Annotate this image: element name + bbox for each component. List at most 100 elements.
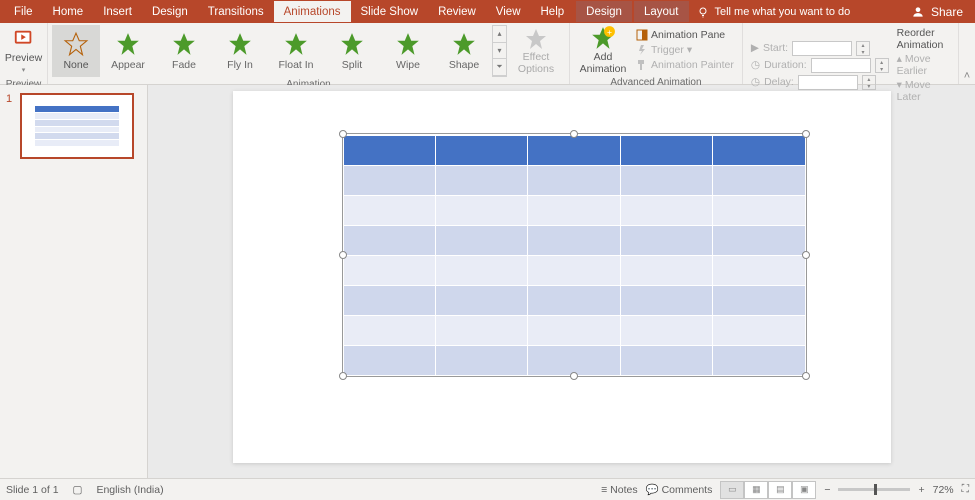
handle-ne[interactable] [802,130,810,138]
tab-animations[interactable]: Animations [274,1,351,22]
slide-count: Slide 1 of 1 [6,484,59,496]
handle-nw[interactable] [339,130,347,138]
painter-icon [636,59,648,71]
move-earlier: ▴ Move Earlier [897,53,950,77]
effect-flyin[interactable]: Fly In [212,31,268,71]
gallery-down-icon[interactable]: ▾ [493,43,506,60]
tab-transitions[interactable]: Transitions [198,1,274,22]
selection-frame[interactable] [342,133,807,377]
preview-label: Preview [5,52,42,64]
star-icon [227,31,253,57]
ribbon: Preview ▾ Preview None Appear Fade Fly I… [0,23,975,85]
tell-me[interactable]: Tell me what you want to do [697,6,851,18]
handle-se[interactable] [802,372,810,380]
notes-button[interactable]: ≡ Notes [601,484,637,496]
tab-home[interactable]: Home [43,1,94,22]
trigger: Trigger ▾ [636,44,734,56]
gallery-up-icon[interactable]: ▴ [493,26,506,43]
comments-button[interactable]: 💬 Comments [646,483,713,496]
view-slideshow[interactable]: ▣ [792,481,816,499]
fit-window[interactable]: ⛶ [962,483,969,496]
handle-sw[interactable] [339,372,347,380]
animation-painter: Animation Painter [636,59,734,71]
slide-thumbnail[interactable] [20,93,134,159]
person-icon [911,5,925,19]
delay-row: ◷ Delay: ▴▾ [751,75,889,90]
svg-text:+: + [607,27,612,37]
preview-button[interactable]: Preview ▾ [4,25,43,77]
tab-ctx-layout[interactable]: Layout [634,1,689,22]
reorder-label: Reorder Animation [897,27,950,51]
handle-e[interactable] [802,251,810,259]
effect-floatin[interactable]: Float In [268,31,324,71]
view-reading[interactable]: ▤ [768,481,792,499]
none-icon [63,31,89,57]
move-later: ▾ Move Later [897,79,950,103]
title-bar: File Home Insert Design Transitions Anim… [0,0,975,23]
collapse-ribbon[interactable]: ˄ [959,23,975,84]
slide [233,91,891,463]
pane-icon [636,29,648,41]
work-area: 1 [0,85,975,478]
delay-input[interactable] [798,75,858,90]
star-icon [451,31,477,57]
tab-insert[interactable]: Insert [93,1,142,22]
share[interactable]: Share [911,5,963,19]
star-icon [171,31,197,57]
duration-spin[interactable]: ▴▾ [875,58,889,73]
effect-fade[interactable]: Fade [156,31,212,71]
tab-review[interactable]: Review [428,1,486,22]
spell-icon[interactable]: ▢ [73,484,83,496]
handle-n[interactable] [570,130,578,138]
star-icon [283,31,309,57]
slide-panel: 1 [0,85,148,478]
gallery-scroll[interactable]: ▴ ▾ ⏷ [492,25,507,77]
zoom-level[interactable]: 72% [933,484,954,496]
star-icon [115,31,141,57]
duration-input[interactable] [811,58,871,73]
preview-icon [12,28,36,50]
add-animation[interactable]: + Add Animation [574,25,632,75]
handle-s[interactable] [570,372,578,380]
tell-me-text: Tell me what you want to do [715,6,851,18]
zoom-in[interactable]: + [918,484,924,496]
effect-shape[interactable]: Shape [436,31,492,71]
zoom-out[interactable]: − [824,484,830,496]
effect-options: Effect Options [507,27,565,75]
clock-icon: ◷ [751,59,760,71]
effect-appear[interactable]: Appear [100,31,156,71]
tab-view[interactable]: View [486,1,531,22]
tab-file[interactable]: File [4,1,43,22]
add-animation-icon: + [590,25,616,51]
gallery-more-icon[interactable]: ⏷ [493,59,506,76]
bulb-icon [697,6,709,18]
effect-wipe[interactable]: Wipe [380,31,436,71]
tab-ctx-design[interactable]: Design [576,1,632,22]
view-normal[interactable]: ▭ [720,481,744,499]
play-icon: ▶ [751,42,759,54]
thumb-number: 1 [6,93,16,159]
status-bar: Slide 1 of 1 ▢ English (India) ≡ Notes 💬… [0,478,975,500]
share-label: Share [931,5,963,19]
start-row: ▶ Start: ▴▾ [751,41,889,56]
view-sorter[interactable]: ▦ [744,481,768,499]
animation-pane[interactable]: Animation Pane [636,29,734,41]
effect-none[interactable]: None [52,25,100,77]
ribbon-tabs: File Home Insert Design Transitions Anim… [0,1,689,22]
effect-options-icon [524,27,548,51]
slide-canvas[interactable] [148,85,975,478]
star-icon [339,31,365,57]
zoom-slider[interactable] [838,488,910,491]
start-input[interactable] [792,41,852,56]
language[interactable]: English (India) [96,484,163,496]
duration-row: ◷ Duration: ▴▾ [751,58,889,73]
tab-design[interactable]: Design [142,1,198,22]
delay-spin[interactable]: ▴▾ [862,75,876,90]
trigger-icon [636,44,648,56]
start-spin[interactable]: ▴▾ [856,41,870,56]
clock-icon: ◷ [751,76,760,88]
tab-slideshow[interactable]: Slide Show [351,1,429,22]
effect-split[interactable]: Split [324,31,380,71]
handle-w[interactable] [339,251,347,259]
tab-help[interactable]: Help [531,1,575,22]
